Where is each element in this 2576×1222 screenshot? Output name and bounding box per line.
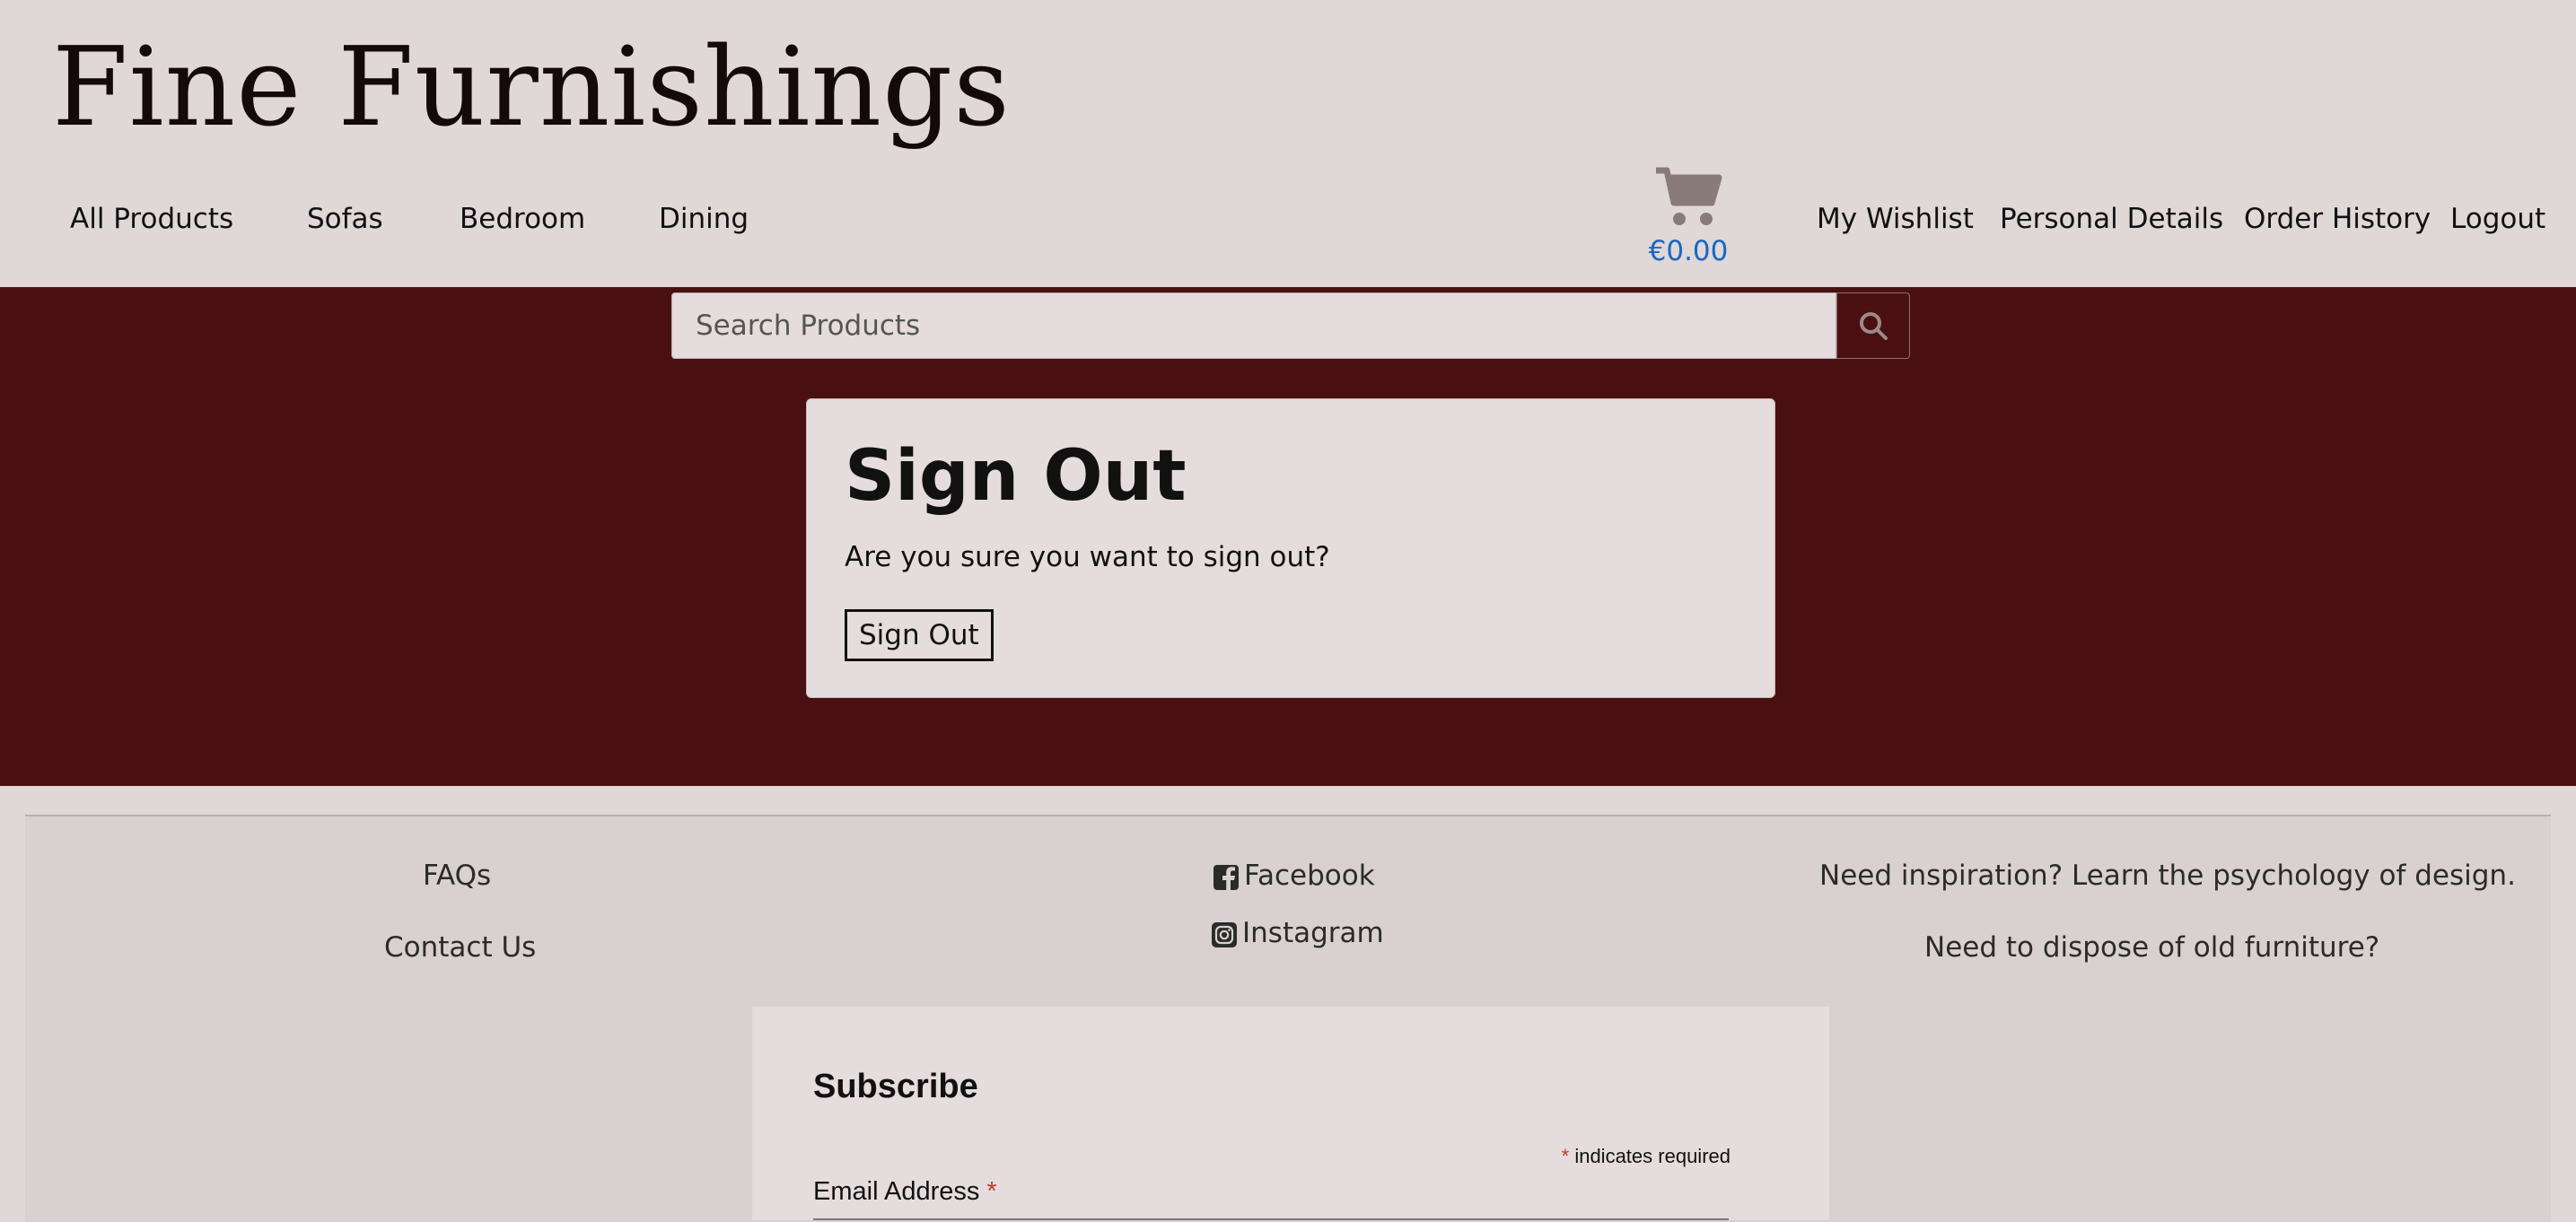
cart-button[interactable]: €0.00 (1634, 167, 1743, 267)
email-label-text: Email Address (813, 1177, 980, 1206)
nav-order-history[interactable]: Order History (2244, 203, 2431, 235)
subscribe-title: Subscribe (813, 1068, 978, 1105)
page-title: Sign Out (845, 436, 1187, 517)
shopping-cart-icon (1656, 167, 1722, 225)
footer-faqs-link[interactable]: FAQs (423, 860, 491, 892)
footer-instagram-link[interactable]: Instagram (1212, 917, 1384, 949)
magnifier-icon (1860, 312, 1888, 340)
instagram-label: Instagram (1242, 917, 1384, 949)
search-button[interactable] (1836, 292, 1910, 359)
required-star: * (1561, 1145, 1570, 1167)
required-note: * indicates required (1562, 1145, 1730, 1168)
search-input[interactable]: Search Products (671, 292, 1836, 359)
subscribe-form: Subscribe * indicates required Email Add… (752, 1007, 1829, 1220)
footer-design-psychology-link[interactable]: Need inspiration? Learn the psychology o… (1819, 860, 2516, 892)
footer-facebook-link[interactable]: Facebook (1214, 860, 1375, 892)
sign-out-message: Are you sure you want to sign out? (845, 541, 1330, 573)
facebook-icon (1214, 864, 1239, 890)
nav-my-wishlist[interactable]: My Wishlist (1817, 203, 1974, 235)
email-label: Email Address * (813, 1177, 997, 1207)
facebook-label: Facebook (1244, 860, 1375, 892)
instagram-icon (1212, 921, 1237, 947)
nav-all-products[interactable]: All Products (70, 203, 233, 235)
nav-logout[interactable]: Logout (2450, 203, 2545, 235)
site-logo[interactable]: Fine Furnishings (52, 27, 1011, 147)
footer-dispose-furniture-link[interactable]: Need to dispose of old furniture? (1924, 931, 2379, 964)
nav-personal-details[interactable]: Personal Details (2000, 203, 2223, 235)
sign-out-card: Sign Out Are you sure you want to sign o… (806, 398, 1775, 698)
required-note-text: indicates required (1574, 1145, 1730, 1167)
email-required-star: * (986, 1177, 997, 1206)
nav-dining[interactable]: Dining (659, 203, 749, 235)
site-header: Fine Furnishings All Products Sofas Bedr… (0, 0, 2576, 287)
nav-sofas[interactable]: Sofas (307, 203, 383, 235)
footer-contact-link[interactable]: Contact Us (384, 931, 536, 964)
sign-out-button[interactable]: Sign Out (845, 609, 994, 661)
nav-bedroom[interactable]: Bedroom (460, 203, 585, 235)
cart-total: €0.00 (1648, 235, 1729, 267)
